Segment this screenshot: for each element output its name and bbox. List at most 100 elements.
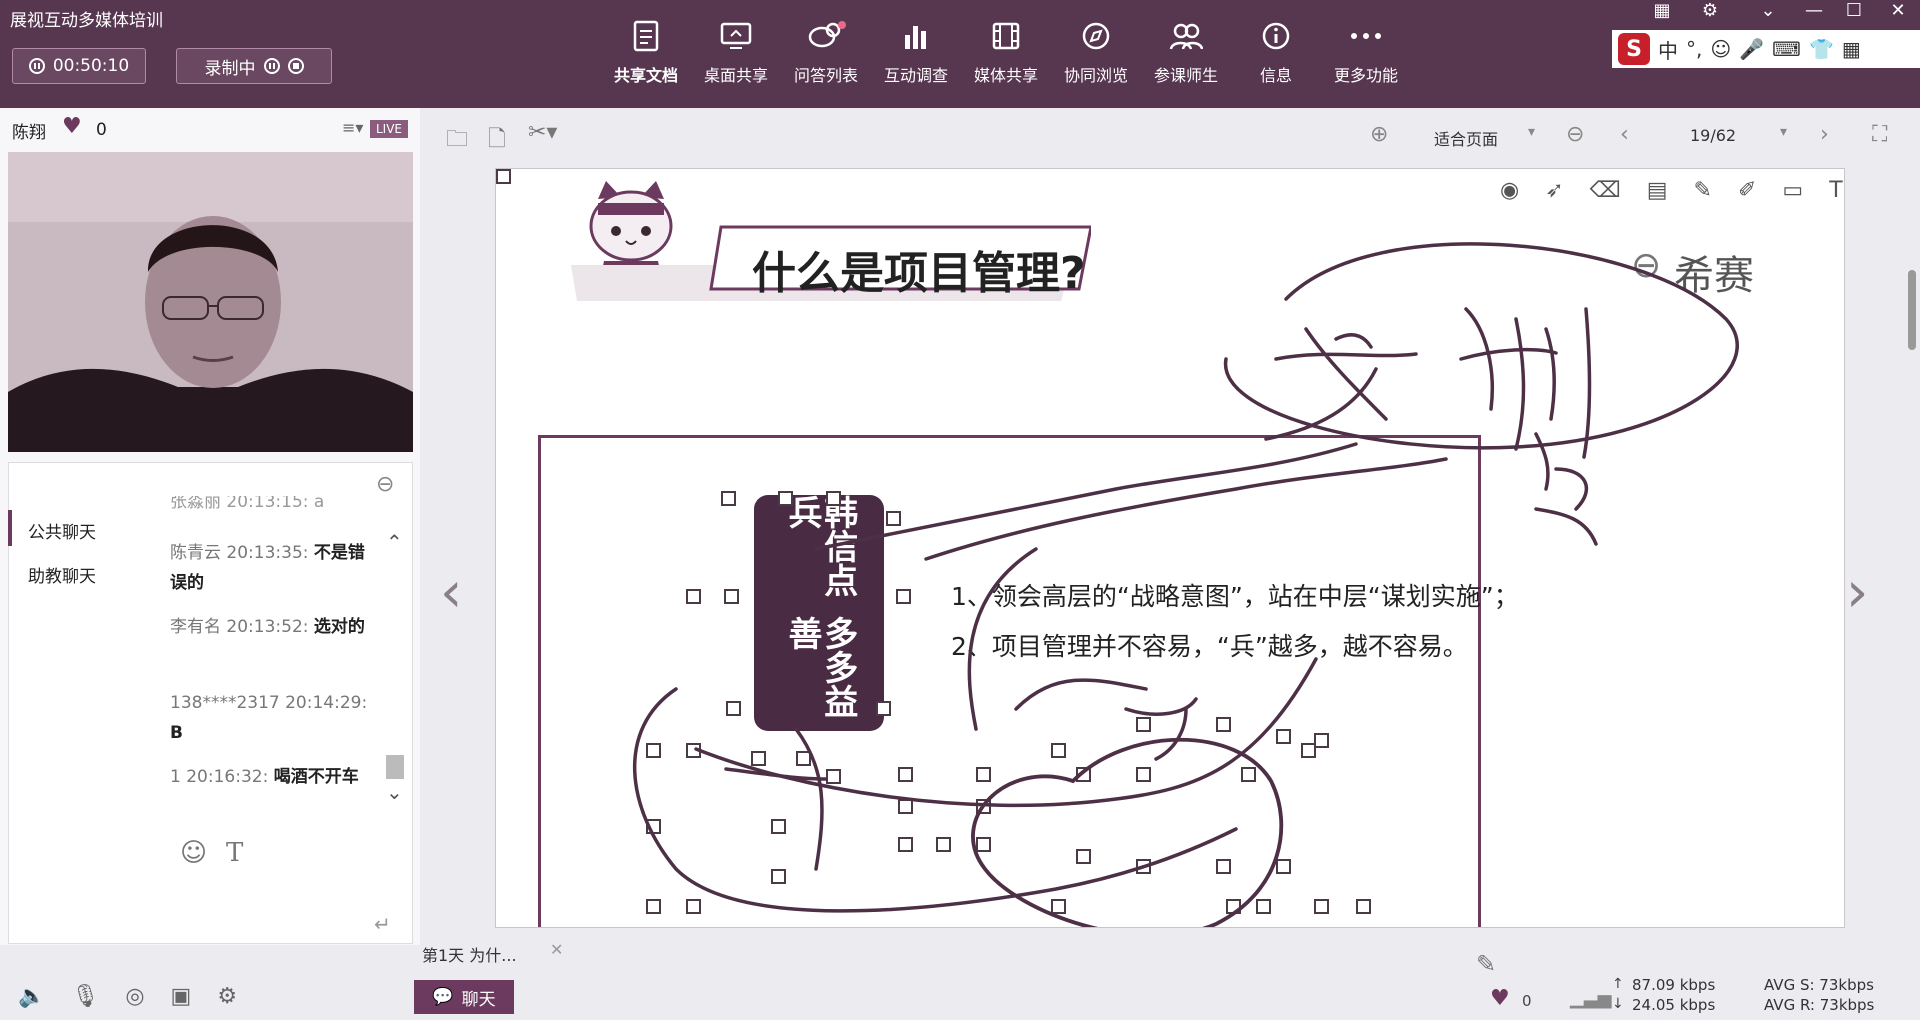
ink-annotations — [633, 242, 1739, 927]
menu-icon[interactable]: ≡▾ — [342, 118, 363, 137]
chat-scrollbar-thumb[interactable] — [386, 755, 404, 779]
screenshot-icon[interactable]: ▣ — [171, 984, 192, 1009]
recording-pause-icon[interactable] — [263, 58, 280, 74]
tab-assistant-chat[interactable]: 助教聊天 — [28, 562, 96, 587]
recording-stop-icon[interactable] — [287, 58, 304, 74]
scroll-down-icon[interactable]: ⌄ — [386, 780, 403, 804]
skin-icon[interactable]: 👕 — [1809, 37, 1834, 61]
pencil-icon[interactable]: ✎ — [1694, 178, 1712, 203]
active-tab-indicator — [8, 510, 12, 546]
open-folder-icon[interactable]: 🗀 — [446, 122, 468, 160]
chat-meta: 李有名 20:13:52: — [170, 617, 309, 637]
dropdown-icon[interactable]: ⌄ — [1750, 0, 1786, 22]
tool-info[interactable]: 信息 — [1231, 16, 1321, 86]
footer-likes: 0 — [1522, 992, 1532, 1010]
chat-button[interactable]: 💬 聊天 — [414, 980, 514, 1014]
heart-icon[interactable]: ♥ — [62, 114, 82, 139]
tool-label: 参课师生 — [1153, 66, 1218, 85]
next-page-icon[interactable]: › — [1820, 122, 1829, 147]
prev-slide-arrow-icon[interactable]: ‹ — [440, 560, 462, 625]
minimize-icon[interactable]: — — [1796, 0, 1832, 22]
highlighter-icon[interactable]: ✐ — [1738, 178, 1756, 203]
info-icon — [1262, 22, 1290, 50]
maximize-icon[interactable]: ☐ — [1836, 0, 1872, 22]
doc-tab-close-icon[interactable]: ✕ — [550, 940, 563, 959]
chat-text: 选对的 — [313, 617, 365, 637]
tool-survey[interactable]: 互动调查 — [871, 16, 961, 86]
tool-share-doc[interactable]: 共享文档 — [601, 16, 691, 86]
webcam-feed-image — [8, 152, 413, 452]
doc-tab[interactable]: 第1天 为什... — [422, 942, 517, 966]
presenter-likes: 0 — [96, 120, 107, 140]
fullscreen-icon[interactable]: ⛶ — [1872, 122, 1887, 147]
tool-co-browse[interactable]: 协同浏览 — [1051, 16, 1141, 86]
avg-send: AVG S: 73kbps — [1764, 976, 1874, 994]
recording-label: 录制中 — [204, 58, 256, 79]
chat-message: 138****2317 20:14:29: B — [170, 688, 370, 748]
tool-media-share[interactable]: 媒体共享 — [961, 16, 1051, 86]
doc-scrollbar-thumb[interactable] — [1908, 270, 1916, 350]
camera-icon[interactable]: ◎ — [125, 984, 144, 1009]
tool-desktop-share[interactable]: 桌面共享 — [691, 16, 781, 86]
layout-icon[interactable]: ▦ — [1644, 0, 1680, 22]
eraser-icon[interactable]: ⌫ — [1590, 178, 1621, 203]
keyboard-icon[interactable]: ⌨ — [1772, 37, 1801, 61]
device-controls: 🔈 🎙 ◎ ▣ ⚙ — [18, 984, 237, 1009]
scroll-up-icon[interactable]: ⌃ — [386, 530, 403, 554]
monitor-icon — [720, 22, 752, 49]
prev-page-icon[interactable]: ‹ — [1620, 122, 1629, 147]
collapse-icon[interactable]: ⊖ — [376, 472, 394, 497]
next-slide-arrow-icon[interactable]: › — [1846, 560, 1868, 625]
text-format-icon[interactable]: T — [226, 838, 243, 868]
sogou-logo-icon: S — [1618, 33, 1650, 65]
settings-gear-icon[interactable]: ⚙ — [217, 984, 237, 1009]
download-arrow-icon: ↓ — [1612, 996, 1624, 1012]
tool-more[interactable]: 更多功能 — [1321, 16, 1411, 86]
emoji-button-icon[interactable]: ☺ — [180, 838, 207, 868]
zoom-mode-label[interactable]: 适合页面 — [1434, 126, 1498, 150]
more-icon — [1351, 33, 1381, 39]
punctuation-icon[interactable]: °, — [1686, 37, 1702, 61]
download-speed: 24.05 kbps — [1632, 996, 1716, 1014]
chat-text: 喝酒不开车 — [273, 767, 359, 787]
chat-text: B — [170, 723, 183, 743]
like-heart-icon[interactable]: ♥ — [1490, 986, 1510, 1011]
document-icon — [633, 20, 659, 52]
tool-label: 互动调查 — [883, 66, 948, 85]
emoji-icon[interactable]: ☺ — [1710, 37, 1731, 61]
pause-icon — [28, 58, 45, 74]
tool-qa-list[interactable]: 问答列表 — [781, 16, 871, 86]
ime-toolbar[interactable]: S 中 °, ☺ 🎤 ⌨ 👕 ▦ — [1612, 30, 1920, 68]
arrow-pointer-icon[interactable]: ➶ — [1545, 178, 1563, 203]
grid-icon[interactable]: ▦ — [1842, 37, 1861, 61]
film-icon — [992, 22, 1020, 50]
settings-icon[interactable]: ⚙ — [1692, 0, 1728, 22]
microphone-icon[interactable]: 🎙 — [71, 984, 99, 1009]
clear-icon[interactable]: ▤ — [1647, 178, 1668, 203]
avg-receive: AVG R: 73kbps — [1764, 996, 1875, 1014]
new-file-icon[interactable]: 🗋 — [488, 122, 506, 160]
people-icon — [1169, 23, 1203, 50]
rectangle-icon[interactable]: ▭ — [1782, 178, 1803, 203]
tab-public-chat[interactable]: 公共聊天 — [28, 518, 96, 543]
page-dropdown-icon[interactable]: ▾ — [1780, 124, 1787, 140]
laser-pointer-icon[interactable]: ◉ — [1500, 178, 1519, 203]
drawing-toolbar: ◉ ➶ ⌫ ▤ ✎ ✐ ▭ T — [1500, 178, 1843, 203]
scissors-icon[interactable]: ✂▾ — [528, 120, 557, 145]
chat-message: 陈青云 20:13:35: 不是错误的 — [170, 538, 370, 598]
zoom-in-icon[interactable]: ⊕ — [1370, 122, 1388, 147]
enter-icon[interactable]: ↵ — [374, 912, 391, 936]
mic-icon[interactable]: 🎤 — [1739, 37, 1764, 61]
page-indicator[interactable]: 19/62 — [1690, 126, 1736, 145]
speaker-icon[interactable]: 🔈 — [18, 984, 45, 1009]
recording-control[interactable]: 录制中 — [176, 48, 332, 84]
timer-pill[interactable]: 00:50:10 — [12, 48, 146, 84]
zoom-dropdown-icon[interactable]: ▾ — [1528, 124, 1535, 140]
close-icon[interactable]: ✕ — [1880, 0, 1916, 22]
tool-participants[interactable]: 参课师生 — [1141, 16, 1231, 86]
tool-label: 问答列表 — [793, 66, 858, 85]
zoom-out-icon[interactable]: ⊖ — [1566, 122, 1584, 147]
chat-message: 李有名 20:13:52: 选对的 — [170, 612, 370, 642]
presenter-name: 陈翔 — [12, 123, 46, 143]
text-tool-icon[interactable]: T — [1829, 178, 1842, 203]
